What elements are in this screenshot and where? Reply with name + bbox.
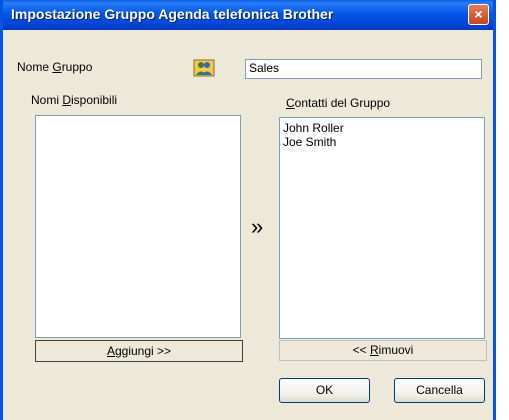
group-name-input[interactable]: Sales (245, 59, 482, 79)
group-contacts-label-key: C (286, 96, 295, 110)
add-button-key: A (106, 344, 115, 358)
available-names-label: Nomi Disponibili (31, 93, 117, 107)
group-name-label-pre: Nome (17, 60, 53, 74)
group-contacts-label: Contatti del Gruppo (286, 96, 390, 110)
add-button[interactable]: Aggiungi >> (35, 340, 243, 362)
remove-button-pre: << (352, 343, 370, 357)
available-label-post: isponibili (71, 93, 118, 107)
list-item[interactable]: Joe Smith (280, 135, 484, 149)
title-bar[interactable]: Impostazione Gruppo Agenda telefonica Br… (3, 0, 493, 30)
available-label-pre: Nomi (31, 93, 63, 107)
cancel-button[interactable]: Cancella (394, 378, 485, 403)
group-contacts-list[interactable]: John Roller Joe Smith (279, 117, 485, 339)
remove-button-key: R (370, 343, 379, 357)
available-label-key: D (62, 93, 72, 107)
list-item[interactable]: John Roller (280, 121, 484, 135)
remove-button-label: imuovi (378, 343, 414, 357)
group-contacts-label-post: ontatti del Gruppo (294, 96, 391, 110)
close-icon[interactable]: × (468, 4, 489, 25)
group-name-label: Nome Gruppo (17, 60, 92, 74)
add-button-label: ggiungi >> (114, 344, 172, 358)
double-chevron-right-icon: » (251, 214, 264, 239)
remove-button[interactable]: << Rimuovi (279, 340, 487, 361)
group-name-label-key: G (52, 60, 62, 74)
group-name-label-post: ruppo (61, 60, 93, 74)
dialog-window: Impostazione Gruppo Agenda telefonica Br… (0, 0, 496, 420)
ok-button[interactable]: OK (279, 378, 370, 403)
window-title: Impostazione Gruppo Agenda telefonica Br… (11, 6, 334, 22)
available-names-list[interactable] (35, 115, 241, 338)
group-name-input-value: Sales (249, 61, 280, 75)
group-people-icon (193, 59, 215, 77)
